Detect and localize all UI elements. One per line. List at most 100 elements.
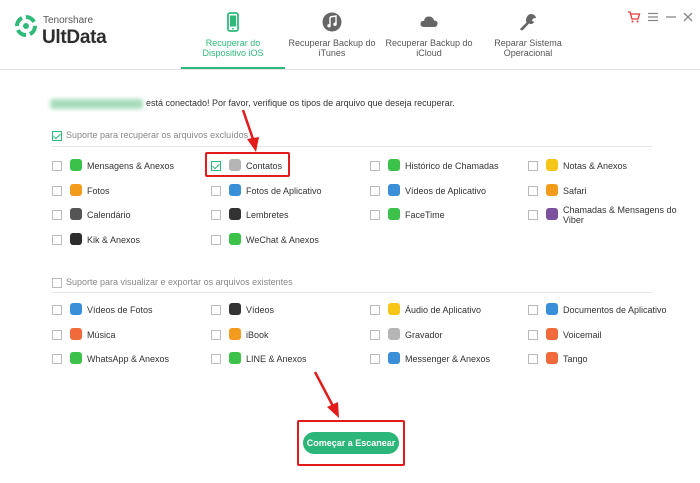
file-type-messages[interactable]: Mensagens & Anexos (52, 158, 202, 174)
file-type-checkbox[interactable] (370, 210, 380, 220)
arrow-to-scan-icon (313, 371, 339, 418)
tango-icon (546, 352, 558, 364)
file-type-wechat[interactable]: WeChat & Anexos (211, 232, 361, 248)
file-type-ibook[interactable]: iBook (211, 327, 361, 343)
phone-call-icon (388, 159, 400, 171)
wechat-icon (229, 232, 241, 245)
divider (52, 146, 652, 147)
file-type-whatsapp[interactable]: WhatsApp & Anexos (52, 351, 202, 367)
close-icon[interactable] (681, 10, 695, 24)
file-type-checkbox[interactable] (52, 161, 62, 171)
file-type-checkbox[interactable] (528, 210, 538, 220)
file-type-label: Música (87, 329, 116, 340)
file-type-label: Safari (563, 185, 587, 196)
file-type-checkbox[interactable] (52, 305, 62, 315)
file-type-facetime[interactable]: FaceTime (370, 207, 520, 223)
file-type-checkbox[interactable] (211, 210, 221, 220)
file-type-photo-videos[interactable]: Vídeos de Fotos (52, 302, 202, 318)
file-type-tango[interactable]: Tango (528, 351, 678, 367)
minimize-icon[interactable] (664, 10, 678, 24)
calendar-icon (70, 208, 82, 220)
app-photos-icon (229, 183, 241, 196)
file-type-label: Vídeos de Fotos (87, 305, 153, 315)
file-type-label: Messenger & Anexos (405, 354, 491, 364)
cart-icon[interactable] (627, 10, 641, 24)
file-type-notes[interactable]: Notas & Anexos (528, 158, 678, 174)
file-type-voicemail[interactable]: Voicemail (528, 327, 678, 343)
cloud-icon (420, 16, 438, 27)
file-type-label: Notas & Anexos (563, 161, 628, 171)
file-type-recorder[interactable]: Gravador (370, 327, 520, 343)
file-type-label: Vídeos (246, 305, 275, 315)
voicemail-icon (546, 327, 558, 340)
notes-icon (546, 159, 558, 171)
ultdata-logo-icon (15, 15, 37, 37)
brand-tenorshare: Tenorshare (43, 15, 94, 26)
file-type-label: FaceTime (405, 210, 445, 220)
file-type-kik[interactable]: Kik & Anexos (52, 232, 202, 248)
recorder-icon (388, 327, 400, 340)
file-type-app-audio[interactable]: Áudio de Aplicativo (370, 302, 520, 318)
file-type-reminders[interactable]: Lembretes (211, 207, 361, 223)
file-type-checkbox[interactable] (370, 329, 380, 340)
messages-icon (70, 159, 82, 171)
file-type-checkbox[interactable] (211, 185, 221, 196)
tab-recover-ios-device[interactable]: Recuperar do Dispositivo iOS (181, 0, 285, 69)
kik-icon (70, 232, 82, 245)
file-type-checkbox[interactable] (52, 234, 62, 245)
file-type-app-photos[interactable]: Fotos de Aplicativo (211, 183, 361, 199)
start-scan-button[interactable]: Começar a Escanear (303, 432, 399, 454)
file-type-checkbox[interactable] (52, 185, 62, 196)
file-type-checkbox[interactable] (370, 161, 380, 171)
file-type-checkbox[interactable] (370, 185, 380, 196)
file-type-checkbox[interactable] (211, 305, 221, 315)
file-type-calendar[interactable]: Calendário (52, 207, 202, 223)
file-type-viber[interactable]: Chamadas & Mensagens do Viber (528, 205, 678, 225)
file-type-app-videos[interactable]: Vídeos de Aplicativo (370, 183, 520, 199)
section-existing-checkbox[interactable] (52, 278, 62, 288)
section-deleted-checkbox[interactable] (52, 131, 62, 141)
file-type-label: Kik & Anexos (87, 234, 141, 245)
music-icon (70, 327, 82, 340)
file-type-checkbox[interactable] (52, 329, 62, 340)
file-type-videos[interactable]: Vídeos (211, 302, 361, 318)
photos-icon (70, 183, 82, 196)
tab-label: Recuperar Backup do iTunes (288, 38, 376, 58)
app-header: Tenorshare UltData Recuperar do Disposit… (0, 0, 700, 70)
file-type-label: Vídeos de Aplicativo (405, 185, 487, 196)
file-type-label: Lembretes (246, 210, 289, 220)
file-type-checkbox[interactable] (370, 305, 380, 315)
file-type-checkbox[interactable] (528, 185, 538, 196)
file-type-checkbox[interactable] (211, 234, 221, 245)
file-type-line[interactable]: LINE & Anexos (211, 351, 361, 367)
file-type-label: Gravador (405, 329, 443, 340)
tab-label: Recuperar do Dispositivo iOS (202, 38, 264, 58)
arrow-to-contacts-icon (241, 109, 259, 152)
menu-icon[interactable] (646, 10, 660, 24)
file-type-checkbox[interactable] (211, 329, 221, 340)
file-type-music[interactable]: Música (52, 327, 202, 343)
ibook-icon (229, 327, 241, 340)
file-type-messenger[interactable]: Messenger & Anexos (370, 351, 520, 367)
file-type-safari[interactable]: Safari (528, 183, 678, 199)
file-type-label: Calendário (87, 210, 131, 220)
file-type-checkbox[interactable] (52, 354, 62, 364)
section-deleted-label: Suporte para recuperar os arquivos exclu… (66, 130, 249, 140)
file-type-checkbox[interactable] (211, 354, 221, 364)
file-type-label: LINE & Anexos (246, 354, 307, 364)
file-type-app-documents[interactable]: Documentos de Aplicativo (528, 302, 678, 318)
file-type-checkbox[interactable] (528, 305, 538, 315)
file-type-checkbox[interactable] (528, 329, 538, 340)
tab-icloud-backup[interactable]: Recuperar Backup do iCloud (377, 0, 481, 69)
file-type-checkbox[interactable] (528, 161, 538, 171)
file-type-checkbox[interactable] (528, 354, 538, 364)
file-type-label: iBook (246, 329, 269, 340)
file-type-photos[interactable]: Fotos (52, 183, 202, 199)
file-type-checkbox[interactable] (370, 354, 380, 364)
file-type-checkbox[interactable] (52, 210, 62, 220)
file-type-label: Chamadas & Mensagens do Viber (563, 205, 677, 225)
tab-repair-system[interactable]: Reparar Sistema Operacional (476, 0, 580, 69)
tab-itunes-backup[interactable]: Recuperar Backup do iTunes (280, 0, 384, 69)
device-name-blurred (50, 98, 143, 109)
file-type-phone-call[interactable]: Histórico de Chamadas (370, 158, 520, 174)
